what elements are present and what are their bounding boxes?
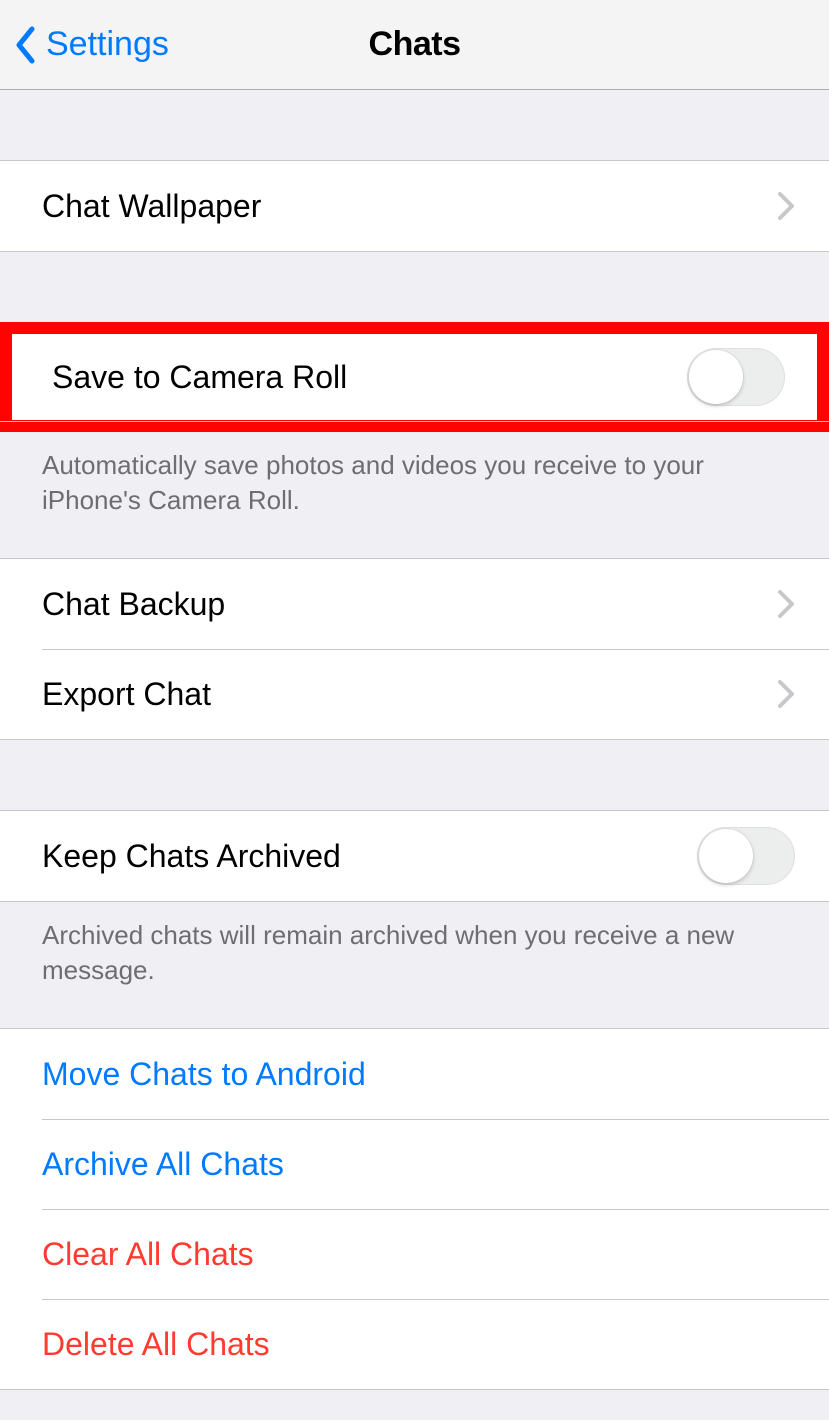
row-chat-backup[interactable]: Chat Backup <box>0 559 829 649</box>
row-keep-chats-archived: Keep Chats Archived <box>0 811 829 901</box>
chevron-left-icon <box>14 26 36 64</box>
row-label: Save to Camera Roll <box>52 359 687 396</box>
highlight-box: Save to Camera Roll <box>0 322 829 432</box>
group-backup-export: Chat Backup Export Chat <box>0 558 829 740</box>
row-chat-wallpaper[interactable]: Chat Wallpaper <box>0 161 829 251</box>
action-label: Archive All Chats <box>42 1146 795 1183</box>
group-wallpaper: Chat Wallpaper <box>0 160 829 252</box>
action-label: Clear All Chats <box>42 1236 795 1273</box>
action-label: Delete All Chats <box>42 1326 795 1363</box>
row-label: Chat Wallpaper <box>42 188 777 225</box>
toggle-knob <box>689 350 743 404</box>
row-label: Export Chat <box>42 676 777 713</box>
group-actions: Move Chats to Android Archive All Chats … <box>0 1028 829 1390</box>
toggle-keep-archived[interactable] <box>697 827 795 885</box>
action-archive-all[interactable]: Archive All Chats <box>0 1119 829 1209</box>
action-clear-all[interactable]: Clear All Chats <box>0 1209 829 1299</box>
row-export-chat[interactable]: Export Chat <box>0 649 829 739</box>
chevron-right-icon <box>777 191 795 221</box>
group-keep-archived: Keep Chats Archived <box>0 810 829 902</box>
footer-keep-archived: Archived chats will remain archived when… <box>0 902 829 988</box>
group-save-camera-roll: Save to Camera Roll <box>10 332 819 422</box>
action-delete-all[interactable]: Delete All Chats <box>0 1299 829 1389</box>
row-label: Keep Chats Archived <box>42 838 697 875</box>
row-label: Chat Backup <box>42 586 777 623</box>
back-button[interactable]: Settings <box>0 25 169 64</box>
footer-save-camera-roll: Automatically save photos and videos you… <box>0 432 829 518</box>
action-label: Move Chats to Android <box>42 1056 795 1093</box>
row-save-to-camera-roll: Save to Camera Roll <box>10 332 819 422</box>
chevron-right-icon <box>777 589 795 619</box>
nav-header: Settings Chats <box>0 0 829 90</box>
chevron-right-icon <box>777 679 795 709</box>
action-move-to-android[interactable]: Move Chats to Android <box>0 1029 829 1119</box>
toggle-save-camera-roll[interactable] <box>687 348 785 406</box>
toggle-knob <box>699 829 753 883</box>
back-label: Settings <box>46 25 169 64</box>
